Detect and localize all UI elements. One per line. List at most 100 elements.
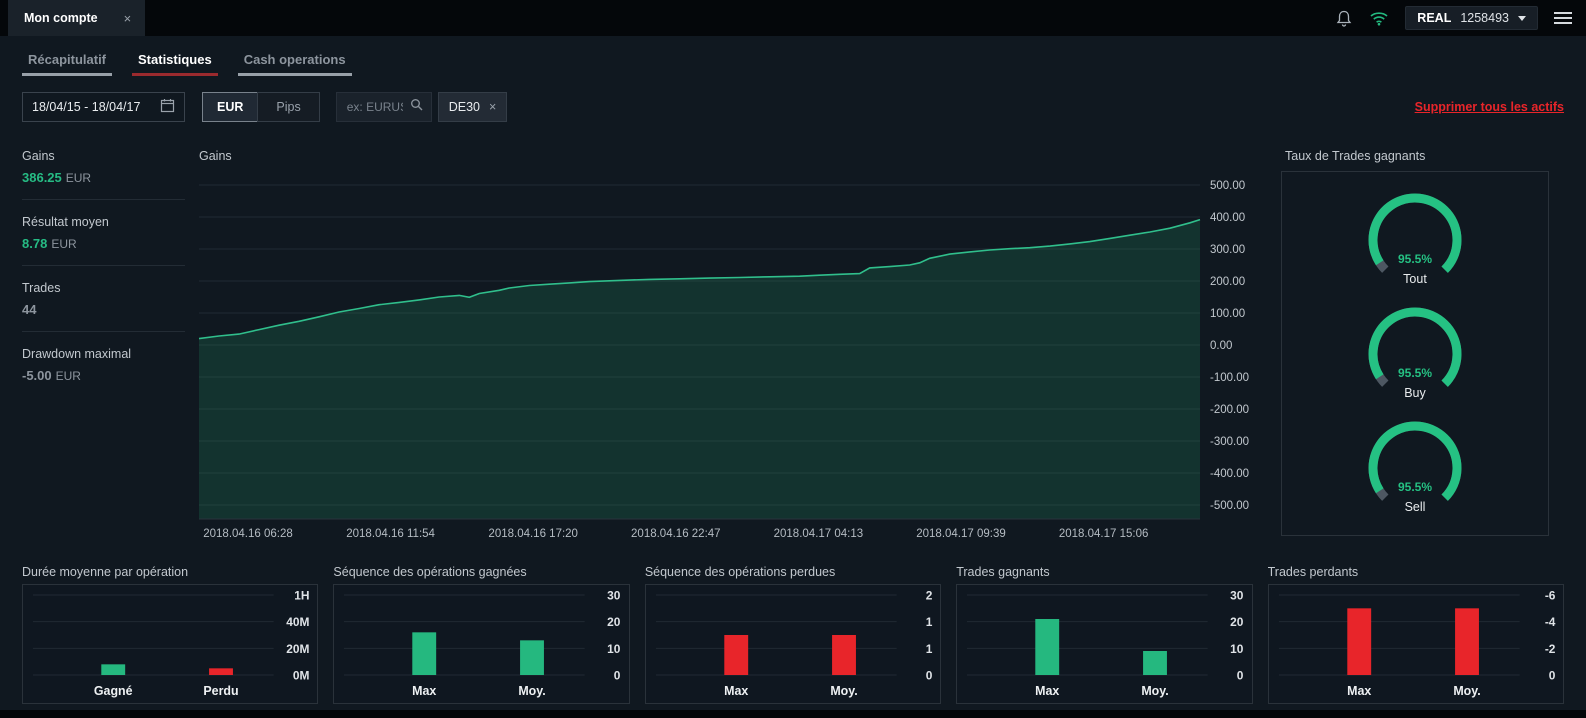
mini-chart-title: Trades gagnants: [956, 565, 1050, 579]
svg-text:-500.00: -500.00: [1210, 500, 1249, 512]
svg-text:-4: -4: [1544, 615, 1555, 629]
gains-chart-title: Gains: [199, 149, 232, 163]
stat-label: Gains: [22, 149, 55, 163]
caret-down-icon: [1518, 15, 1526, 21]
svg-text:0: 0: [1548, 668, 1555, 682]
stat-label: Trades: [22, 281, 61, 295]
mini-chart-title: Trades perdants: [1267, 565, 1359, 579]
svg-text:2018.04.16 22:47: 2018.04.16 22:47: [631, 528, 721, 540]
divider: [22, 265, 185, 266]
gauge-sell-label: Sell: [1404, 500, 1426, 514]
svg-text:2018.04.17 15:06: 2018.04.17 15:06: [1059, 528, 1149, 540]
search-icon: [410, 98, 423, 116]
svg-text:-6: -6: [1544, 588, 1555, 602]
divider: [22, 331, 185, 332]
svg-text:10: 10: [1230, 642, 1244, 656]
gauge-tout-value: 95.5%: [1397, 252, 1433, 266]
gains-chart-section: Gains 500.00 400.00 300.00 200.00 100.00 0.00…: [198, 149, 1279, 548]
gauge-buy-label: Buy: [1404, 386, 1426, 400]
gauge-buy: 95.5% Buy: [1353, 304, 1477, 406]
unit-toggle-eur[interactable]: EUR: [202, 92, 259, 122]
unit-toggle-pips[interactable]: Pips: [257, 92, 320, 122]
svg-text:40M: 40M: [286, 615, 309, 629]
svg-text:Moy.: Moy.: [519, 684, 546, 698]
date-range-value: 18/04/15 - 18/04/17: [32, 100, 141, 114]
notifications-bell-icon[interactable]: [1335, 9, 1353, 28]
mini-chart-title: Séquence des opérations gagnées: [333, 565, 527, 579]
losing-trades-chart: -6 -4 -2 0 Max Moy.: [1278, 588, 1555, 698]
section-tabs: Récapitulatif Statistiques Cash operatio…: [22, 36, 352, 76]
account-selector[interactable]: REAL 1258493: [1405, 6, 1538, 30]
gauge-sell: 95.5% Sell: [1353, 418, 1477, 520]
account-number: 1258493: [1460, 11, 1509, 25]
mini-charts-row: Durée moyenne par opération 1H 40M 20M 0M Ga…: [22, 565, 1565, 704]
stat-unit: EUR: [51, 237, 77, 251]
svg-text:-100.00: -100.00: [1210, 372, 1249, 384]
divider: [22, 199, 185, 200]
win-rate-section: Taux de Trades gagnants 95.5% Tout 95.5%…: [1281, 149, 1549, 536]
svg-text:-400.00: -400.00: [1210, 468, 1249, 480]
svg-text:300.00: 300.00: [1210, 244, 1245, 256]
avg-duration-chart: 1H 40M 20M 0M Gagné Perdu: [32, 588, 310, 698]
calendar-icon: [160, 98, 175, 116]
stat-unit: EUR: [55, 369, 81, 383]
trading-platform-window: Mon compte × REAL 1258493 Récapitulatif …: [0, 0, 1586, 718]
svg-text:2018.04.17 09:39: 2018.04.17 09:39: [916, 528, 1006, 540]
remove-all-assets-link[interactable]: Supprimer tous les actifs: [1415, 100, 1564, 114]
mini-chart-loss-sequence: Séquence des opérations perdues 2 1 1 0 Max M…: [644, 565, 942, 704]
tab-recapitulatif[interactable]: Récapitulatif: [22, 36, 113, 76]
gauge-buy-value: 95.5%: [1397, 366, 1433, 380]
svg-text:100.00: 100.00: [1210, 308, 1245, 320]
stat-max-drawdown: Drawdown maximal -5.00 EUR: [22, 347, 185, 383]
account-type-badge: REAL: [1417, 11, 1452, 25]
mini-chart-win-sequence: Séquence des opérations gagnées 30 20 10 0 M…: [333, 565, 630, 704]
stat-trades-count: Trades 44: [22, 281, 185, 317]
gauge-tout: 95.5% Tout: [1353, 190, 1477, 292]
svg-text:Max: Max: [413, 684, 437, 698]
tab-close-icon[interactable]: ×: [124, 11, 132, 26]
loss-sequence-chart: 2 1 1 0 Max Moy.: [655, 588, 933, 698]
svg-text:400.00: 400.00: [1210, 212, 1245, 224]
mini-chart-title: Séquence des opérations perdues: [644, 565, 836, 579]
instrument-search-input[interactable]: [344, 99, 405, 115]
chip-close-icon[interactable]: ×: [489, 100, 496, 114]
svg-text:Moy.: Moy.: [830, 684, 857, 698]
account-tab[interactable]: Mon compte ×: [8, 0, 146, 36]
svg-text:0: 0: [926, 668, 933, 682]
svg-text:-2: -2: [1544, 642, 1555, 656]
svg-text:20: 20: [1230, 615, 1244, 629]
win-sequence-chart: 30 20 10 0 Max Moy.: [344, 588, 622, 698]
asset-filter-chip[interactable]: DE30 ×: [437, 92, 508, 122]
stat-value: 8.78: [22, 236, 48, 251]
stat-label: Drawdown maximal: [22, 347, 132, 361]
menu-hamburger-icon[interactable]: [1554, 7, 1572, 29]
mini-chart-avg-duration: Durée moyenne par opération 1H 40M 20M 0M Ga…: [22, 565, 319, 704]
svg-text:Max: Max: [1035, 684, 1059, 698]
instrument-search: [335, 92, 432, 122]
svg-text:2018.04.17 04:13: 2018.04.17 04:13: [774, 528, 864, 540]
svg-text:Max: Max: [1347, 684, 1371, 698]
wifi-connection-icon: [1369, 10, 1389, 26]
win-rate-panel: 95.5% Tout 95.5% Buy 95.5% Sell: [1281, 171, 1549, 536]
window-titlebar: Mon compte × REAL 1258493: [0, 0, 1586, 36]
gains-chart: 500.00 400.00 300.00 200.00 100.00 0.00 -100.0…: [198, 180, 1249, 540]
svg-text:2018.04.16 06:28: 2018.04.16 06:28: [203, 528, 293, 540]
svg-text:Perdu: Perdu: [203, 684, 238, 698]
svg-text:20: 20: [608, 615, 622, 629]
svg-text:0.00: 0.00: [1210, 340, 1232, 352]
svg-text:0M: 0M: [293, 668, 310, 682]
gauge-sell-value: 95.5%: [1397, 480, 1433, 494]
mini-chart-title: Durée moyenne par opération: [22, 565, 189, 579]
asset-chip-label: DE30: [448, 100, 481, 114]
svg-text:1: 1: [926, 615, 933, 629]
stat-value: 386.25: [22, 170, 62, 185]
svg-text:2: 2: [926, 588, 933, 602]
svg-text:Moy.: Moy.: [1453, 684, 1480, 698]
gauge-tout-label: Tout: [1403, 272, 1427, 286]
svg-text:Moy.: Moy.: [1142, 684, 1169, 698]
svg-text:1: 1: [926, 642, 933, 656]
tab-statistiques[interactable]: Statistiques: [132, 36, 218, 76]
date-range-input[interactable]: 18/04/15 - 18/04/17: [22, 92, 185, 122]
stat-gains: Gains 386.25 EUR: [22, 149, 185, 185]
tab-cash-operations[interactable]: Cash operations: [237, 36, 352, 76]
